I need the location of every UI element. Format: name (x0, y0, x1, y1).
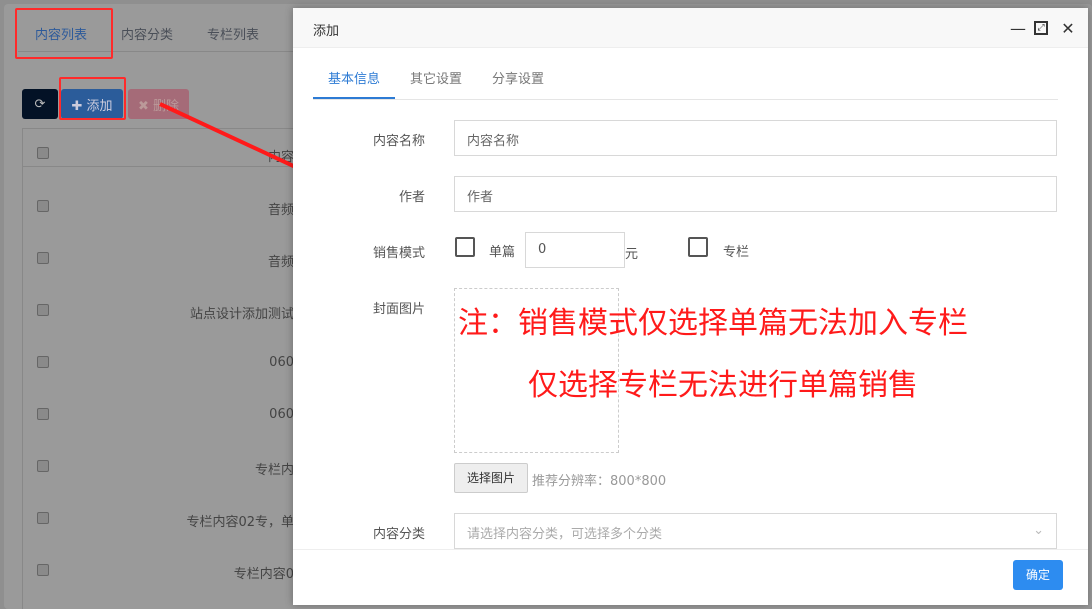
column-label: 专栏 (723, 245, 750, 260)
category-select[interactable]: 请选择内容分类，可选择多个分类 ⌄ (454, 513, 1057, 549)
author-input[interactable]: 作者 (454, 176, 1057, 212)
dialog-header: 添加 — ⤢ ✕ (293, 8, 1088, 48)
annotation-note-2: 仅选择专栏无法进行单篇销售 (528, 368, 918, 403)
single-checkbox[interactable] (455, 237, 475, 257)
author-label: 作者 (398, 190, 425, 205)
single-label: 单篇 (489, 245, 516, 260)
content-name-input[interactable]: 内容名称 (454, 120, 1057, 156)
tab-other-settings[interactable]: 其它设置 (395, 58, 477, 99)
dialog-title: 添加 (313, 24, 340, 39)
category-placeholder: 请选择内容分类，可选择多个分类 (467, 527, 663, 542)
add-dialog: 添加 — ⤢ ✕ 基本信息 其它设置 分享设置 内容名称 内容名称 作者 作者 … (293, 8, 1088, 605)
name-label: 内容名称 (372, 134, 425, 149)
dialog-footer: 确定 (293, 549, 1088, 605)
resolution-hint: 推荐分辨率：800*800 (532, 474, 667, 489)
cover-label: 封面图片 (372, 302, 425, 317)
price-input[interactable]: 0 (525, 232, 625, 268)
minimize-icon[interactable]: — (1009, 19, 1027, 38)
maximize-icon[interactable]: ⤢ (1034, 21, 1048, 35)
annotation-note-1: 注：销售模式仅选择单篇无法加入专栏 (458, 306, 968, 341)
tab-share-settings[interactable]: 分享设置 (477, 58, 559, 99)
choose-image-button[interactable]: 选择图片 (454, 463, 528, 493)
dialog-tabs: 基本信息 其它设置 分享设置 (313, 58, 1058, 100)
chevron-down-icon: ⌄ (1033, 523, 1044, 538)
close-icon[interactable]: ✕ (1059, 19, 1077, 38)
category-label: 内容分类 (372, 527, 425, 542)
column-checkbox[interactable] (688, 237, 708, 257)
tab-basic-info[interactable]: 基本信息 (313, 58, 396, 99)
sale-mode-label: 销售模式 (372, 246, 425, 261)
unit-label: 元 (625, 247, 639, 262)
confirm-button[interactable]: 确定 (1013, 560, 1063, 590)
